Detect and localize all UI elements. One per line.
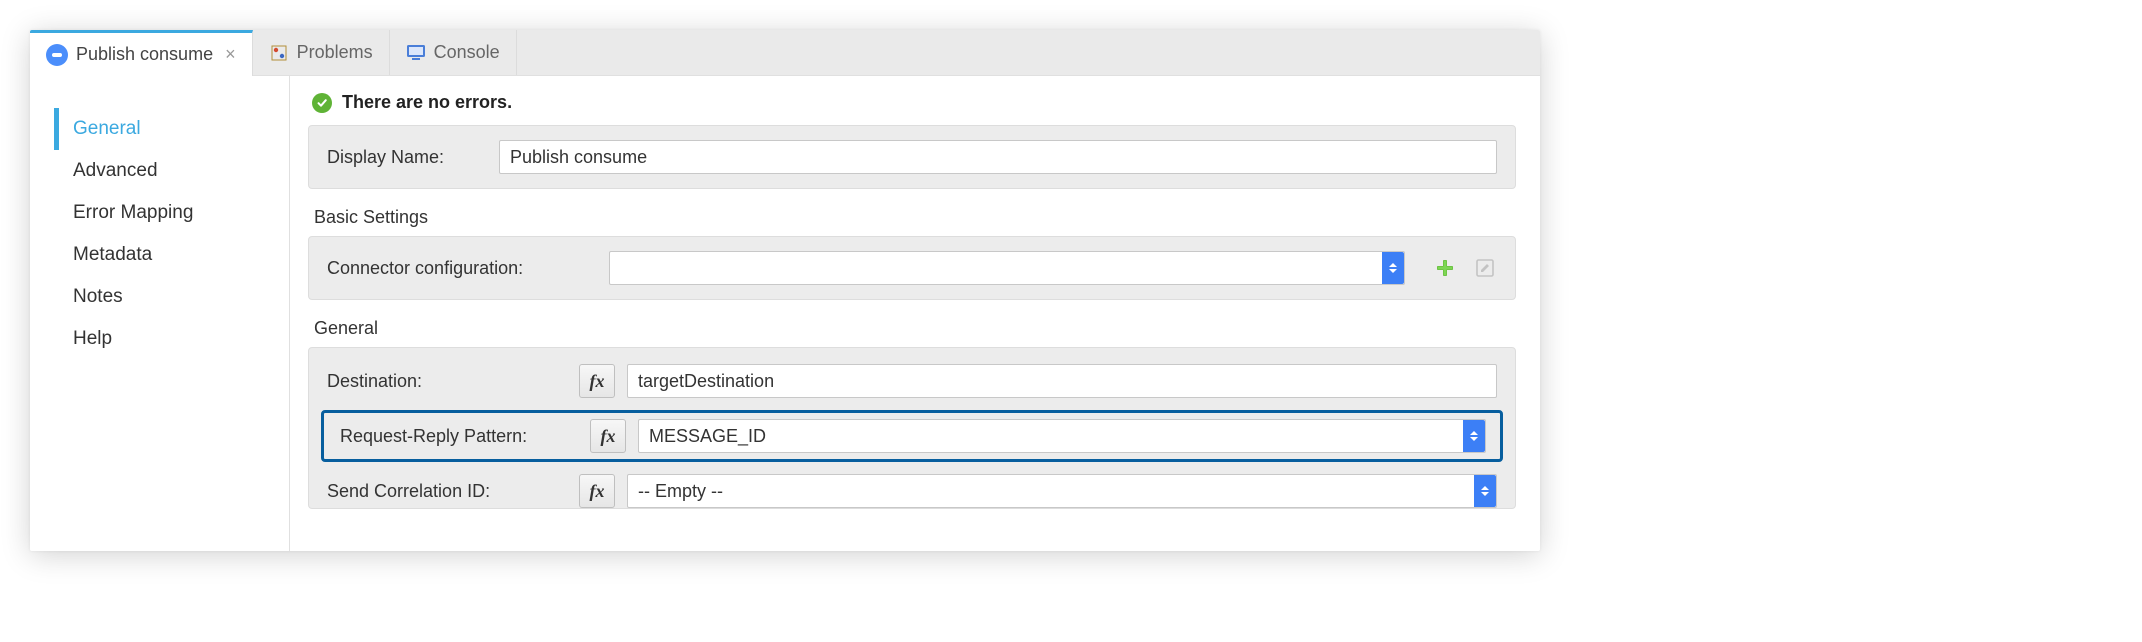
destination-input[interactable]	[627, 364, 1497, 398]
editor-window: Publish consume × Problems Console Gener…	[30, 30, 1540, 551]
status-text: There are no errors.	[342, 92, 512, 113]
fx-button[interactable]: fx	[579, 364, 615, 398]
connector-select-wrap	[609, 251, 1405, 285]
sidebar-item-advanced[interactable]: Advanced	[54, 150, 277, 192]
tab-console[interactable]: Console	[390, 30, 517, 75]
general-panel: Destination: fx Request-Reply Pattern: f…	[308, 347, 1516, 509]
display-name-input[interactable]	[499, 140, 1497, 174]
connector-row: Connector configuration:	[327, 251, 1497, 285]
sidebar-item-general[interactable]: General	[54, 108, 277, 150]
request-reply-select-wrap	[638, 419, 1486, 453]
add-icon[interactable]	[1433, 256, 1457, 280]
display-name-label: Display Name:	[327, 147, 487, 168]
send-correlation-label: Send Correlation ID:	[327, 481, 567, 502]
sidebar-item-label: Advanced	[73, 160, 158, 181]
connector-select[interactable]	[609, 251, 1405, 285]
send-correlation-select-wrap	[627, 474, 1497, 508]
close-icon[interactable]: ×	[225, 44, 236, 65]
sidebar-item-help[interactable]: Help	[54, 318, 277, 360]
sidebar-item-label: Metadata	[73, 244, 152, 265]
tab-label: Problems	[297, 42, 373, 63]
display-name-panel: Display Name:	[308, 125, 1516, 189]
fx-button[interactable]: fx	[590, 419, 626, 453]
sidebar-item-notes[interactable]: Notes	[54, 276, 277, 318]
problems-icon	[269, 43, 289, 63]
console-icon	[406, 43, 426, 63]
request-reply-select[interactable]	[638, 419, 1486, 453]
sidebar-item-label: Help	[73, 328, 112, 349]
destination-label: Destination:	[327, 371, 567, 392]
tab-label: Publish consume	[76, 44, 213, 65]
basic-settings-heading: Basic Settings	[314, 207, 1516, 228]
send-correlation-row: Send Correlation ID: fx	[319, 474, 1505, 508]
tab-publish-consume[interactable]: Publish consume ×	[30, 30, 253, 76]
mule-tab-icon	[46, 44, 68, 66]
sidebar: General Advanced Error Mapping Metadata …	[30, 76, 290, 551]
request-reply-row: Request-Reply Pattern: fx	[330, 419, 1494, 453]
connector-actions	[1433, 256, 1497, 280]
basic-settings-panel: Connector configuration:	[308, 236, 1516, 300]
connector-label: Connector configuration:	[327, 258, 597, 279]
sidebar-item-metadata[interactable]: Metadata	[54, 234, 277, 276]
edit-icon[interactable]	[1473, 256, 1497, 280]
status-row: There are no errors.	[308, 92, 1516, 113]
main-content: There are no errors. Display Name: Basic…	[290, 76, 1540, 551]
destination-row: Destination: fx	[319, 364, 1505, 398]
body: General Advanced Error Mapping Metadata …	[30, 76, 1540, 551]
check-icon	[312, 93, 332, 113]
tab-problems[interactable]: Problems	[253, 30, 390, 75]
fx-button[interactable]: fx	[579, 474, 615, 508]
sidebar-item-label: Notes	[73, 286, 123, 307]
send-correlation-select[interactable]	[627, 474, 1497, 508]
sidebar-item-error-mapping[interactable]: Error Mapping	[54, 192, 277, 234]
display-name-row: Display Name:	[327, 140, 1497, 174]
sidebar-item-label: Error Mapping	[73, 202, 193, 223]
general-heading: General	[314, 318, 1516, 339]
request-reply-highlight: Request-Reply Pattern: fx	[321, 410, 1503, 462]
sidebar-item-label: General	[73, 118, 141, 139]
tabbar: Publish consume × Problems Console	[30, 30, 1540, 76]
request-reply-label: Request-Reply Pattern:	[338, 426, 578, 447]
tab-label: Console	[434, 42, 500, 63]
